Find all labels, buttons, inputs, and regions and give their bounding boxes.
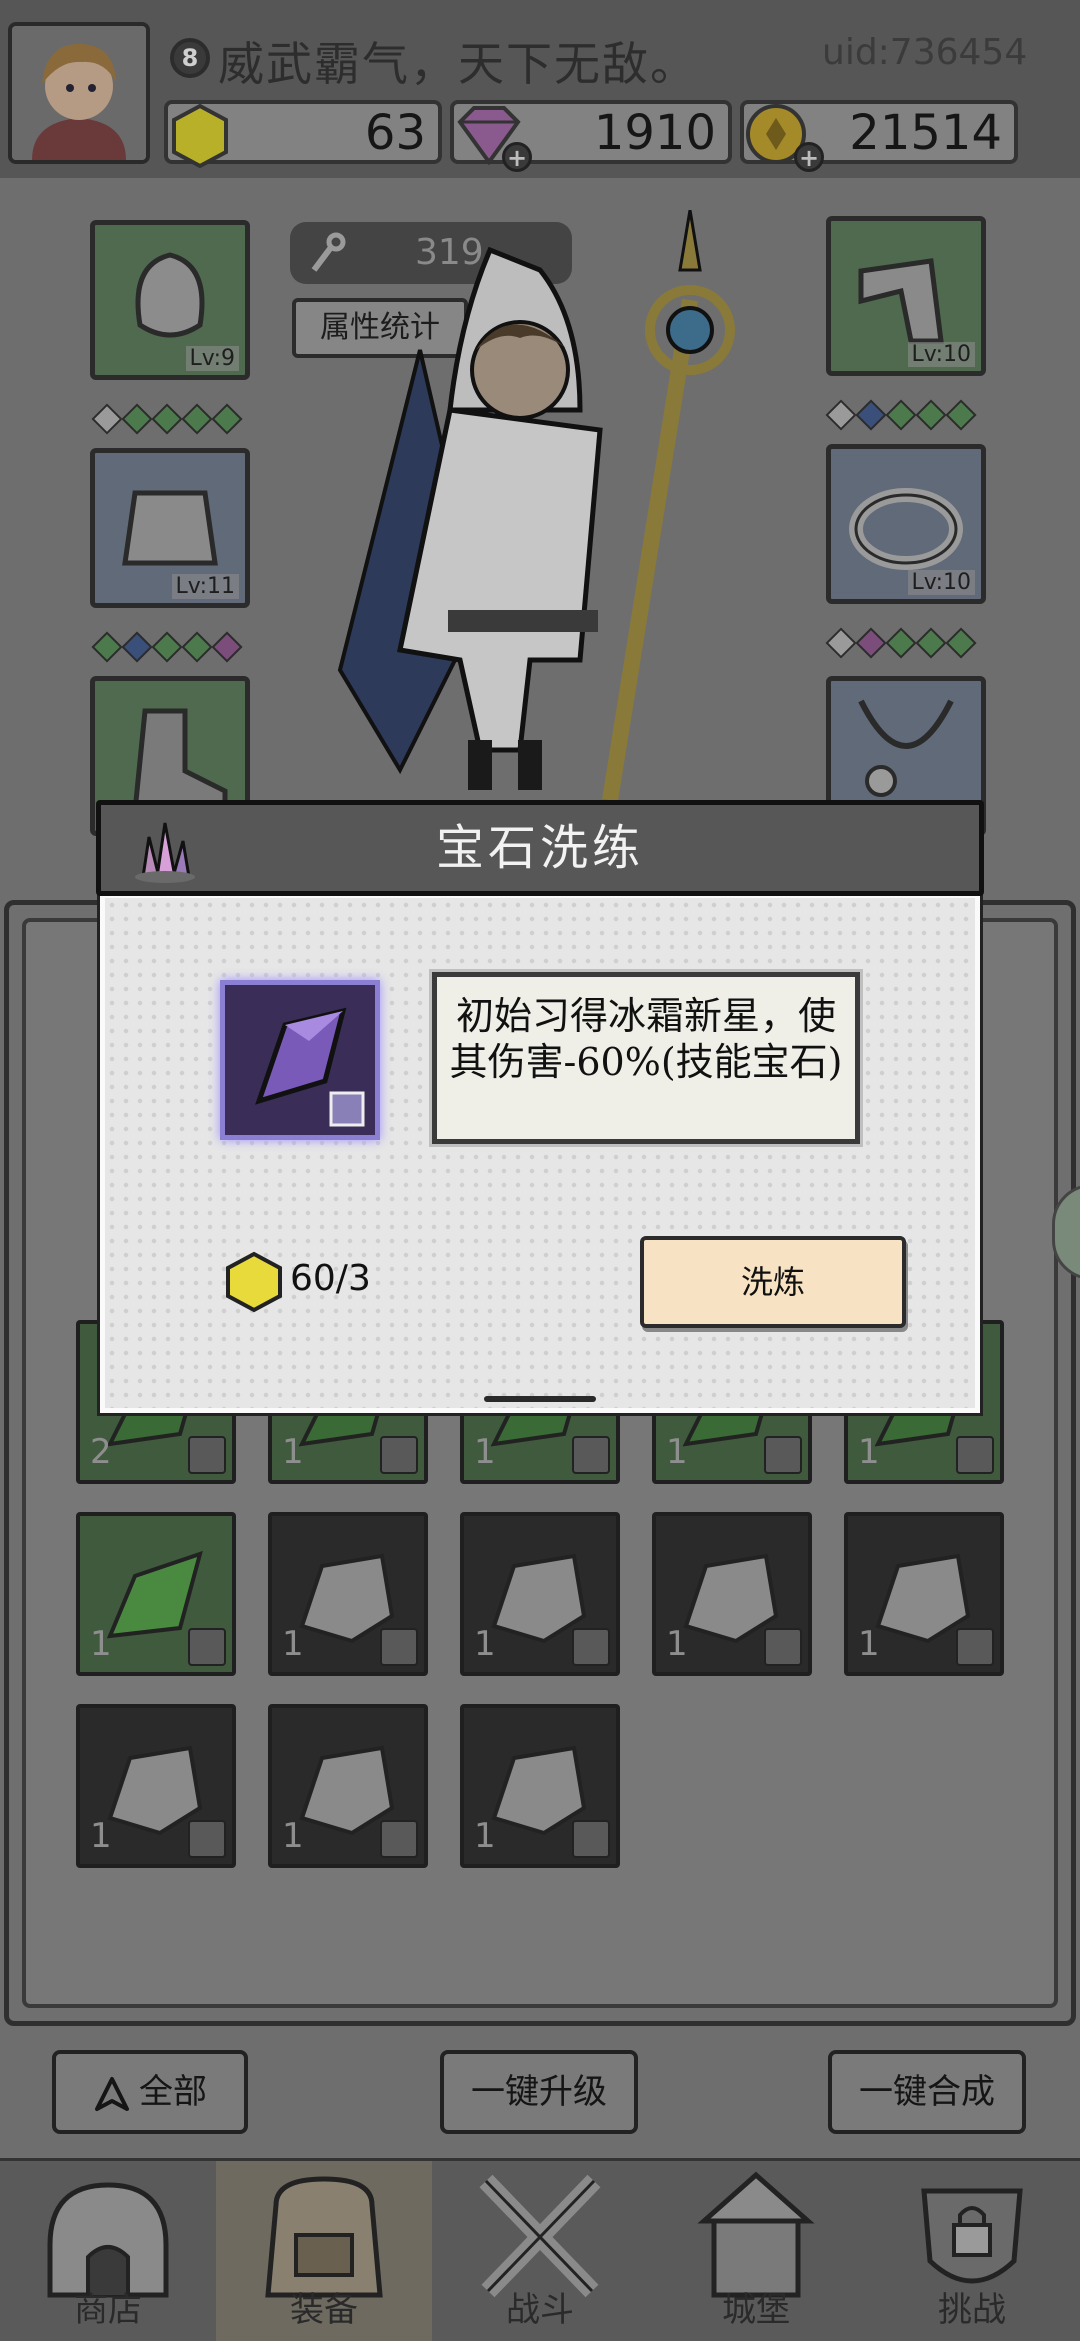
player-level-badge: 8	[170, 38, 210, 78]
skill-tag-icon	[572, 1628, 610, 1666]
skill-tag-icon	[956, 1436, 994, 1474]
purple-gem-icon	[255, 1007, 365, 1127]
item-count: 1	[474, 1816, 496, 1856]
currency-coin: 21514 +	[740, 100, 1018, 172]
item-count: 1	[282, 1432, 304, 1472]
tab-battle[interactable]: 战斗	[432, 2161, 648, 2341]
skill-tag-icon	[380, 1436, 418, 1474]
skill-tag-icon	[956, 1628, 994, 1666]
filter-all-label: 全部	[139, 2072, 207, 2112]
player-uid: uid:736454	[822, 32, 1028, 73]
selected-gem-slot[interactable]	[220, 980, 380, 1140]
gem-refine-dialog-body	[97, 890, 983, 1416]
armor-gem-slots	[91, 631, 243, 663]
add-coin-button[interactable]: +	[794, 142, 824, 172]
tab-challenge[interactable]: 挑战	[864, 2161, 1080, 2341]
item-count: 1	[666, 1624, 688, 1664]
equip-slot-ring[interactable]: Lv:10	[826, 444, 986, 604]
ring-gem-slots	[825, 627, 977, 659]
skill-tag-icon	[380, 1628, 418, 1666]
filter-all-button[interactable]: 全部	[52, 2050, 248, 2134]
tab-equipment[interactable]: 装备	[216, 2161, 432, 2341]
player-motto: 威武霸气，天下无敌。	[218, 37, 698, 91]
merge-all-button[interactable]: 一键合成	[828, 2050, 1026, 2134]
tab-shop[interactable]: 商店	[0, 2161, 216, 2341]
upgrade-all-button[interactable]: 一键升级	[440, 2050, 638, 2134]
item-count: 1	[90, 1624, 112, 1664]
gold-hex-value: 63	[364, 105, 426, 161]
gold-hexagon-icon	[172, 103, 228, 169]
helmet-level: Lv:9	[185, 346, 239, 371]
tab-castle[interactable]: 城堡	[648, 2161, 864, 2341]
add-diamond-button[interactable]: +	[502, 142, 532, 172]
inventory-item-gray-stone[interactable]: 1	[76, 1704, 236, 1868]
gem-refine-dialog-titlebar: 宝石洗练	[96, 800, 984, 896]
item-count: 1	[90, 1816, 112, 1856]
tab-castle-label: 城堡	[722, 2290, 790, 2330]
skill-tag-icon	[764, 1628, 802, 1666]
refine-button[interactable]: 洗炼	[640, 1236, 906, 1328]
dialog-title: 宝石洗练	[435, 820, 644, 876]
skill-tag-icon	[764, 1436, 802, 1474]
skill-tag-icon	[572, 1436, 610, 1474]
equip-slot-weapon[interactable]: Lv:10	[826, 216, 986, 376]
currency-diamond: 1910 +	[450, 100, 732, 172]
skill-tag-icon	[572, 1820, 610, 1858]
ring-level: Lv:10	[907, 570, 975, 595]
coin-value: 21514	[849, 105, 1002, 161]
item-count: 2	[90, 1432, 112, 1472]
weapon-gem-slots	[825, 399, 977, 431]
diamond-value: 1910	[593, 105, 716, 161]
skill-tag-icon	[188, 1820, 226, 1858]
skill-tag-icon	[188, 1436, 226, 1474]
gold-hexagon-icon	[226, 1251, 282, 1313]
triangle-filter-icon	[95, 2077, 129, 2111]
item-count: 1	[858, 1432, 880, 1472]
gem-description-box: 初始习得冰霜新星，使其伤害-60%(技能宝石)	[429, 969, 863, 1147]
inventory-item-gray-stone[interactable]: 1	[460, 1704, 620, 1868]
skill-tag-icon	[188, 1628, 226, 1666]
tab-shop-label: 商店	[74, 2290, 142, 2330]
currency-gold-hex: 63	[164, 100, 442, 169]
inventory-item-gray-stone[interactable]: 1	[460, 1512, 620, 1676]
gem-description-text: 初始习得冰霜新星，使其伤害-60%(技能宝石)	[449, 994, 843, 1084]
inventory-item-gray-stone[interactable]: 1	[268, 1512, 428, 1676]
weapon-level: Lv:10	[907, 342, 975, 367]
item-count: 1	[666, 1432, 688, 1472]
tab-challenge-label: 挑战	[938, 2290, 1006, 2330]
inventory-item-gray-stone[interactable]: 1	[652, 1512, 812, 1676]
bottom-tab-bar: 商店 装备 战斗 城堡 挑战	[0, 2158, 1080, 2341]
tab-equipment-label: 装备	[290, 2290, 358, 2330]
refine-cost: 60/3	[290, 1258, 371, 1299]
armor-level: Lv:11	[171, 574, 239, 599]
inventory-item-green-gem[interactable]: 1	[76, 1512, 236, 1676]
item-count: 1	[474, 1624, 496, 1664]
item-count: 1	[282, 1624, 304, 1664]
inventory-item-gray-stone[interactable]: 1	[844, 1512, 1004, 1676]
item-count: 1	[282, 1816, 304, 1856]
dialog-handle	[484, 1396, 596, 1402]
skill-tag-icon	[380, 1820, 418, 1858]
player-avatar[interactable]	[8, 22, 150, 164]
helmet-gem-slots	[91, 403, 243, 435]
item-count: 1	[858, 1624, 880, 1664]
inventory-item-gray-stone[interactable]: 1	[268, 1704, 428, 1868]
equip-slot-armor[interactable]: Lv:11	[90, 448, 250, 608]
tab-battle-label: 战斗	[506, 2290, 574, 2330]
equip-slot-helmet[interactable]: Lv:9	[90, 220, 250, 380]
mage-character-illustration	[337, 210, 735, 802]
item-count: 1	[474, 1432, 496, 1472]
